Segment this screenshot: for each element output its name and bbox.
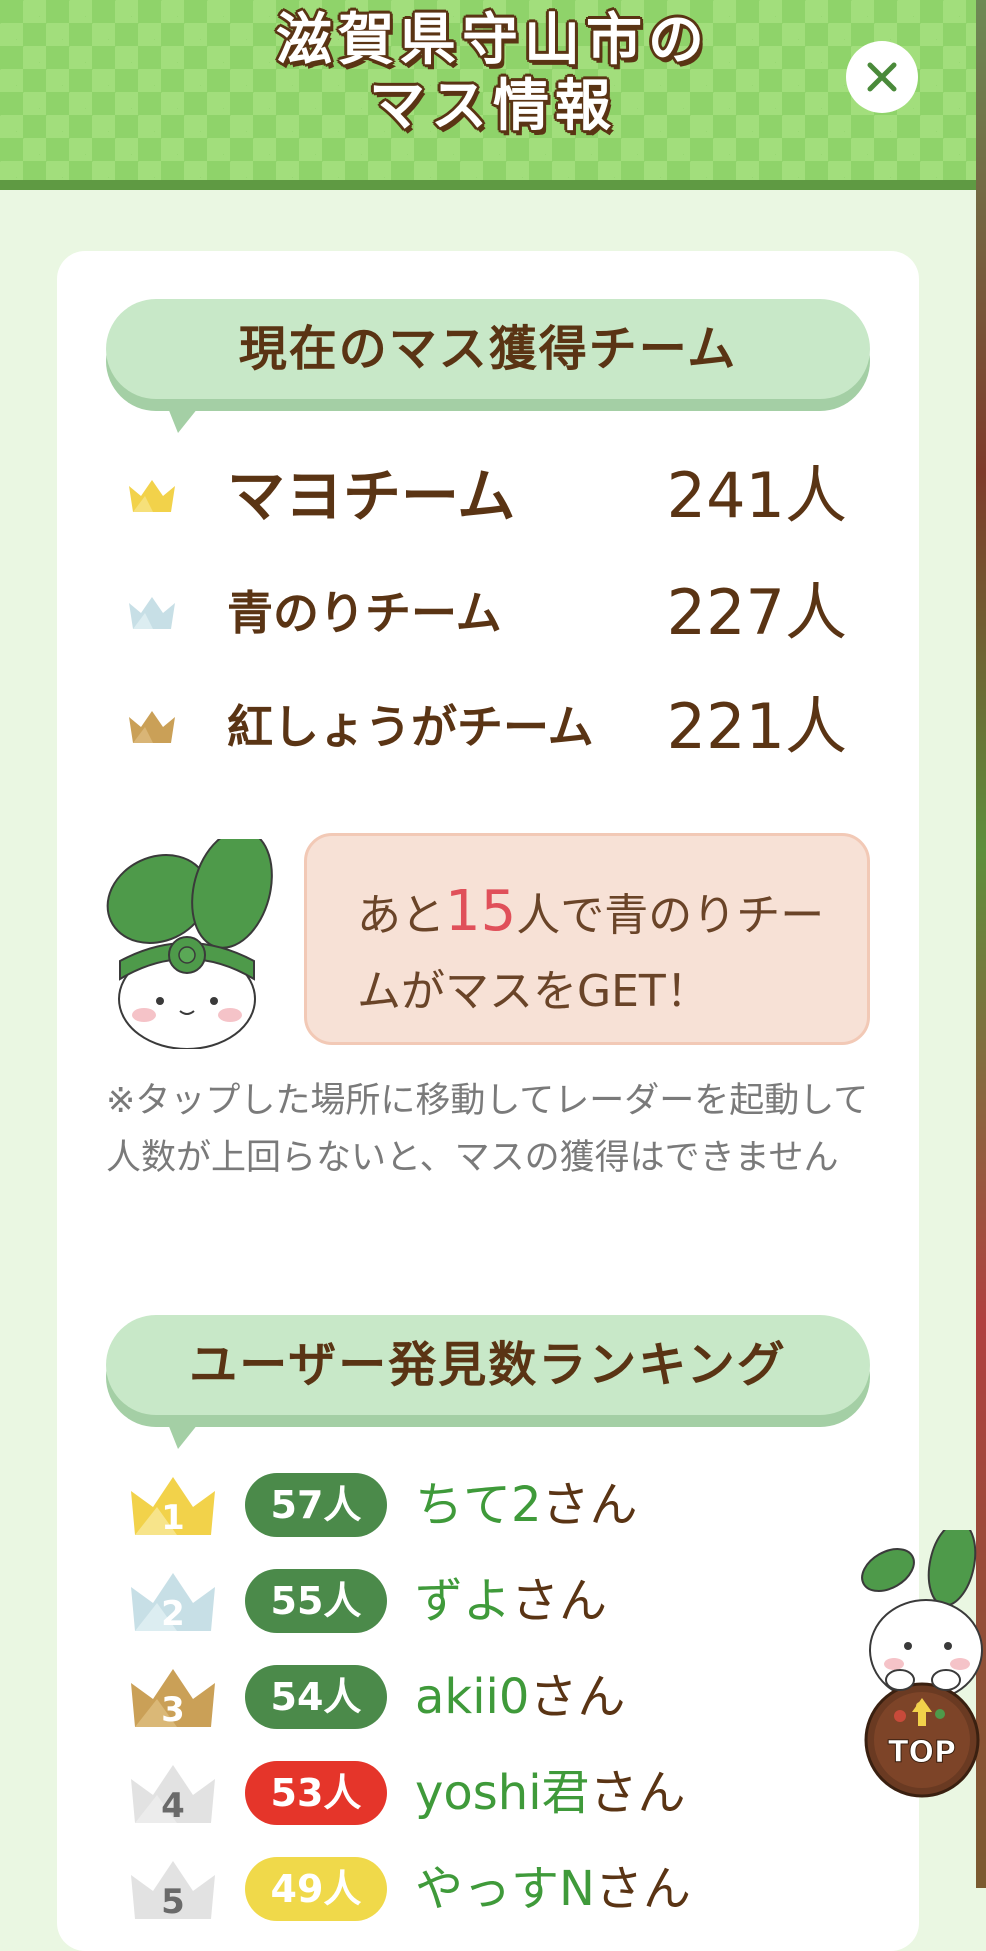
scroll-top-button[interactable]: TOP xyxy=(860,1521,986,1830)
page-title: 滋賀県守山市の マス情報 xyxy=(0,8,986,140)
ranking-heading-label: ユーザー発見数ランキング xyxy=(189,1337,787,1393)
rank-count-badge: 57人 xyxy=(245,1473,387,1537)
rank-user-name[interactable]: akii0さん xyxy=(415,1665,625,1729)
rank-count-badge: 53人 xyxy=(245,1761,387,1825)
top-mascot-icon: TOP xyxy=(861,1521,983,1798)
team-row-2: 青のりチーム 227人 xyxy=(57,573,919,653)
page-title-line2: マス情報 xyxy=(369,74,617,139)
rank-number: 3 xyxy=(161,1690,185,1729)
mascot-character xyxy=(106,839,273,1049)
rank-nick: akii0 xyxy=(415,1669,530,1725)
close-button[interactable] xyxy=(846,41,918,113)
rank-crown-bronze-icon: 3 xyxy=(131,1669,215,1729)
heading-tail xyxy=(166,1419,202,1449)
rank-user-name[interactable]: yoshi君さん xyxy=(415,1761,686,1825)
team-name: 青のりチーム xyxy=(227,586,502,640)
page-title-line1: 滋賀県守山市の xyxy=(276,8,710,73)
info-card: 現在のマス獲得チーム マヨチーム 241人 青のりチーム 227人 紅しょうがチ… xyxy=(57,251,919,1951)
notice-pre: あと xyxy=(357,890,445,941)
rank-count-badge: 49人 xyxy=(245,1857,387,1921)
header-bar: 滋賀県守山市の マス情報 xyxy=(0,0,986,190)
teams-heading: 現在のマス獲得チーム xyxy=(106,299,870,433)
team-name: 紅しょうがチーム xyxy=(227,700,594,754)
notice-number: 15 xyxy=(445,879,517,944)
ranking-row[interactable]: 5 49人 やっすNさん xyxy=(57,1857,919,1927)
notice-box: あと15人で青のりチームがマスをGET！ xyxy=(304,833,870,1045)
rank-crown-silver-icon: 2 xyxy=(131,1573,215,1633)
bronze-crown-icon xyxy=(129,711,175,743)
teams-heading-label: 現在のマス獲得チーム xyxy=(238,321,738,377)
team-row-1: マヨチーム 241人 xyxy=(57,456,919,536)
rank-suffix: さん xyxy=(589,1765,686,1821)
rank-number: 4 xyxy=(161,1786,185,1825)
rank-user-name[interactable]: ずよさん xyxy=(415,1569,607,1633)
heading-tail xyxy=(166,403,202,433)
note-text: ※タップした場所に移動してレーダーを起動して人数が上回らないと、マスの獲得はでき… xyxy=(106,1081,869,1178)
rank-user-name[interactable]: やっすNさん xyxy=(415,1857,691,1921)
rank-nick: ずよ xyxy=(415,1573,512,1629)
ranking-row[interactable]: 4 53人 yoshi君さん xyxy=(57,1761,919,1831)
rank-crown-gold-icon: 1 xyxy=(131,1477,215,1537)
rank-number: 2 xyxy=(161,1594,185,1633)
rank-nick: ちて2 xyxy=(415,1477,542,1533)
ranking-row[interactable]: 1 57人 ちて2さん xyxy=(57,1473,919,1543)
ranking-row[interactable]: 2 55人 ずよさん xyxy=(57,1569,919,1639)
rank-suffix: さん xyxy=(511,1573,608,1629)
team-row-3: 紅しょうがチーム 221人 xyxy=(57,687,919,767)
team-count: 221人 xyxy=(666,690,847,763)
rank-nick: やっすN xyxy=(415,1861,595,1917)
ranking-heading: ユーザー発見数ランキング xyxy=(106,1315,870,1449)
rank-suffix: さん xyxy=(541,1477,638,1533)
close-icon xyxy=(867,62,897,92)
silver-crown-icon xyxy=(129,597,175,629)
rank-user-name[interactable]: ちて2さん xyxy=(415,1473,638,1537)
gold-crown-icon xyxy=(129,480,175,512)
rank-count-badge: 54人 xyxy=(245,1665,387,1729)
ranking-row[interactable]: 3 54人 akii0さん xyxy=(57,1665,919,1735)
rank-suffix: さん xyxy=(529,1669,626,1725)
top-button-label: TOP xyxy=(888,1735,956,1770)
rank-number: 1 xyxy=(161,1498,185,1537)
rank-suffix: さん xyxy=(594,1861,691,1917)
team-count: 227人 xyxy=(666,576,847,649)
rank-crown-gray-icon: 5 xyxy=(131,1861,215,1921)
rank-crown-gray-icon: 4 xyxy=(131,1765,215,1825)
rank-nick: yoshi君 xyxy=(415,1765,590,1821)
team-name: マヨチーム xyxy=(227,462,516,530)
rank-count-badge: 55人 xyxy=(245,1569,387,1633)
team-count: 241人 xyxy=(666,459,847,532)
